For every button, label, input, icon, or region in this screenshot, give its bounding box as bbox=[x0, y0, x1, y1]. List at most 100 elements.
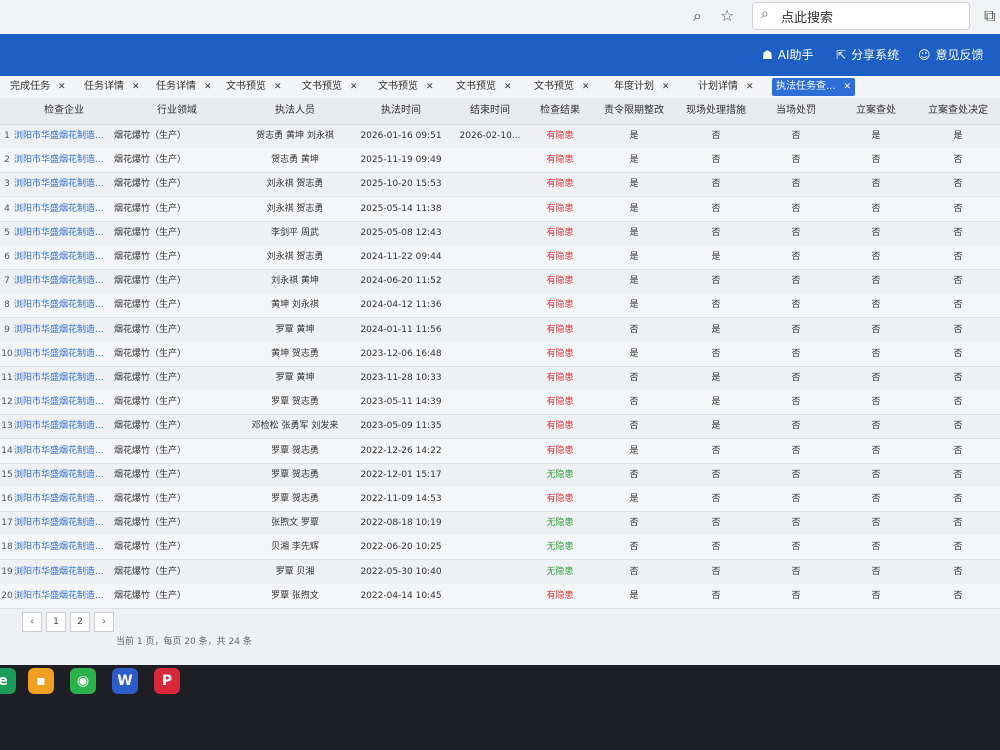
tab-9[interactable]: 计划详情 ✕ bbox=[694, 78, 758, 96]
extension-icon[interactable]: ⧉ bbox=[984, 6, 995, 26]
row-index: 20 bbox=[1, 590, 13, 601]
cell-company[interactable]: 浏阳市华盛烟花制造... bbox=[14, 318, 114, 342]
cell-company[interactable]: 浏阳市华盛烟花制造... bbox=[14, 463, 114, 487]
cell-company[interactable]: 浏阳市华盛烟花制造... bbox=[14, 293, 114, 317]
feedback-button[interactable]: ☺ 意见反馈 bbox=[918, 46, 984, 63]
cell-company[interactable]: 浏阳市华盛烟花制造... bbox=[14, 390, 114, 414]
table-row[interactable]: 10 浏阳市华盛烟花制造... 烟花爆竹（生产） 黄坤 贺志勇 2023-12-06 1… bbox=[0, 341, 1000, 367]
table-row[interactable]: 8 浏阳市华盛烟花制造... 烟花爆竹（生产） 黄坤 刘永祺 2024-04-12 11… bbox=[0, 293, 1000, 319]
table-row[interactable]: 4 浏阳市华盛烟花制造... 烟花爆竹（生产） 刘永祺 贺志勇 2025-05-14 1… bbox=[0, 196, 1000, 222]
cell-case-decision: 否 bbox=[953, 324, 963, 335]
prev-page-button[interactable]: ‹ bbox=[22, 612, 42, 632]
tab-6[interactable]: 文书预览 ✕ bbox=[452, 78, 516, 96]
header-case-decision[interactable]: 立案查处决定 bbox=[916, 98, 1000, 125]
close-icon[interactable]: ✕ bbox=[746, 82, 754, 92]
cell-time: 2023-11-28 10:33 bbox=[360, 373, 442, 383]
cell-result: 有隐患 bbox=[546, 155, 574, 166]
close-icon[interactable]: ✕ bbox=[426, 82, 434, 92]
share-system-button[interactable]: ⇱ 分享系统 bbox=[836, 46, 899, 63]
table-row[interactable]: 15 浏阳市华盛烟花制造... 烟花爆竹（生产） 罗覃 贺志勇 2022-12-01 1… bbox=[0, 463, 1000, 488]
cell-company[interactable]: 浏阳市华盛烟花制造... bbox=[14, 148, 114, 172]
table-row[interactable]: 7 浏阳市华盛烟花制造... 烟花爆竹（生产） 刘永祺 黄坤 2024-06-20 11… bbox=[0, 269, 1000, 295]
cell-company[interactable]: 浏阳市华盛烟花制造... bbox=[14, 269, 114, 293]
table-row[interactable]: 20 浏阳市华盛烟花制造... 烟花爆竹（生产） 罗覃 张煦文 2022-04-14 1… bbox=[0, 583, 1000, 609]
cell-company[interactable]: 浏阳市华盛烟花制造... bbox=[14, 511, 114, 535]
header-case[interactable]: 立案查处 bbox=[836, 98, 917, 125]
next-page-button[interactable]: › bbox=[94, 612, 114, 632]
header-end-time[interactable]: 结束时间 bbox=[452, 98, 529, 125]
tab-1[interactable]: 任务详情 ✕ bbox=[80, 78, 144, 96]
close-icon[interactable]: ✕ bbox=[274, 82, 282, 92]
wechat-icon[interactable]: ◉ bbox=[70, 668, 96, 694]
cell-company[interactable]: 浏阳市华盛烟花制造... bbox=[14, 124, 114, 148]
cell-officers: 张煦文 罗覃 bbox=[271, 518, 319, 529]
close-icon[interactable]: ✕ bbox=[204, 82, 212, 92]
header-time[interactable]: 执法时间 bbox=[350, 98, 453, 125]
table-row[interactable]: 3 浏阳市华盛烟花制造... 烟花爆竹（生产） 刘永祺 贺志勇 2025-10-20 1… bbox=[0, 172, 1000, 198]
tab-3[interactable]: 文书预览 ✕ bbox=[222, 78, 286, 96]
cell-result: 有隐患 bbox=[546, 445, 574, 456]
cell-company[interactable]: 浏阳市华盛烟花制造... bbox=[14, 366, 114, 390]
close-icon[interactable]: ✕ bbox=[58, 82, 66, 92]
app-orange-icon[interactable]: ▪ bbox=[28, 668, 54, 694]
tab-10[interactable]: 执法任务查... ✕ bbox=[772, 78, 856, 96]
cell-company[interactable]: 浏阳市华盛烟花制造... bbox=[14, 342, 114, 366]
table-row[interactable]: 11 浏阳市华盛烟花制造... 烟花爆竹（生产） 罗覃 黄坤 2023-11-28 10… bbox=[0, 366, 1000, 391]
star-icon[interactable]: ☆ bbox=[720, 6, 734, 25]
ai-assistant-button[interactable]: ☗ AI助手 bbox=[762, 46, 814, 63]
word-icon[interactable]: W bbox=[112, 668, 138, 694]
tab-4[interactable]: 文书预览 ✕ bbox=[298, 78, 362, 96]
cell-officers: 罗覃 贺志勇 bbox=[271, 445, 319, 456]
table-row[interactable]: 12 浏阳市华盛烟花制造... 烟花爆竹（生产） 罗覃 贺志勇 2023-05-11 1… bbox=[0, 390, 1000, 416]
header-rectify[interactable]: 责令限期整改 bbox=[592, 98, 677, 125]
table-row[interactable]: 19 浏阳市华盛烟花制造... 烟花爆竹（生产） 罗覃 贝湘 2022-05-30 10… bbox=[0, 560, 1000, 585]
header-industry[interactable]: 行业领域 bbox=[114, 98, 241, 125]
pdf-icon[interactable]: P bbox=[154, 668, 180, 694]
tab-5[interactable]: 文书预览 ✕ bbox=[374, 78, 438, 96]
close-icon[interactable]: ✕ bbox=[350, 82, 358, 92]
cell-end-time bbox=[452, 318, 528, 342]
header-company[interactable]: 检查企业 bbox=[14, 98, 115, 125]
close-icon[interactable]: ✕ bbox=[132, 82, 140, 92]
cell-company[interactable]: 浏阳市华盛烟花制造... bbox=[14, 439, 114, 463]
table-row[interactable]: 6 浏阳市华盛烟花制造... 烟花爆竹（生产） 刘永祺 贺志勇 2024-11-22 0… bbox=[0, 245, 1000, 270]
cell-company[interactable]: 浏阳市华盛烟花制造... bbox=[14, 584, 114, 608]
table-row[interactable]: 16 浏阳市华盛烟花制造... 烟花爆竹（生产） 罗覃 贺志勇 2022-11-09 1… bbox=[0, 487, 1000, 512]
page-2-button[interactable]: 2 bbox=[70, 612, 90, 632]
cell-company[interactable]: 浏阳市华盛烟花制造... bbox=[14, 535, 114, 559]
cell-end-time bbox=[452, 293, 528, 317]
tab-2[interactable]: 任务详情 ✕ bbox=[152, 78, 216, 96]
table-row[interactable]: 1 浏阳市华盛烟花制造... 烟花爆竹（生产） 贺志勇 黄坤 刘永祺 2026-01-1… bbox=[0, 124, 1000, 149]
close-icon[interactable]: ✕ bbox=[504, 82, 512, 92]
table-row[interactable]: 18 浏阳市华盛烟花制造... 烟花爆竹（生产） 贝湘 李先辉 2022-06-20 1… bbox=[0, 535, 1000, 561]
tab-0[interactable]: 完成任务 ✕ bbox=[6, 78, 70, 96]
header-penalty[interactable]: 当场处罚 bbox=[756, 98, 837, 125]
table-row[interactable]: 14 浏阳市华盛烟花制造... 烟花爆竹（生产） 罗覃 贺志勇 2022-12-26 1… bbox=[0, 438, 1000, 464]
search-input[interactable]: ⌕ 点此搜索 bbox=[752, 2, 970, 30]
cell-company[interactable]: 浏阳市华盛烟花制造... bbox=[14, 172, 114, 196]
cell-company[interactable]: 浏阳市华盛烟花制造... bbox=[14, 221, 114, 245]
close-icon[interactable]: ✕ bbox=[844, 82, 852, 92]
header-officers[interactable]: 执法人员 bbox=[240, 98, 351, 125]
header-onsite[interactable]: 现场处理措施 bbox=[676, 98, 757, 125]
tab-8[interactable]: 年度计划 ✕ bbox=[610, 78, 674, 96]
cell-company[interactable]: 浏阳市华盛烟花制造... bbox=[14, 560, 114, 584]
cell-end-time bbox=[452, 439, 528, 463]
close-icon[interactable]: ✕ bbox=[662, 82, 670, 92]
tab-7[interactable]: 文书预览 ✕ bbox=[530, 78, 594, 96]
zoom-icon[interactable]: ⌕ bbox=[693, 6, 702, 26]
cell-time: 2024-11-22 09:44 bbox=[360, 252, 442, 262]
cell-company[interactable]: 浏阳市华盛烟花制造... bbox=[14, 487, 114, 511]
table-row[interactable]: 13 浏阳市华盛烟花制造... 烟花爆竹（生产） 邓检松 张勇军 刘发来 2023-05… bbox=[0, 414, 1000, 440]
cell-company[interactable]: 浏阳市华盛烟花制造... bbox=[14, 414, 114, 438]
table-row[interactable]: 5 浏阳市华盛烟花制造... 烟花爆竹（生产） 李剑平 周武 2025-05-08 12… bbox=[0, 221, 1000, 246]
page-1-button[interactable]: 1 bbox=[46, 612, 66, 632]
close-icon[interactable]: ✕ bbox=[582, 82, 590, 92]
cell-company[interactable]: 浏阳市华盛烟花制造... bbox=[14, 197, 114, 221]
table-row[interactable]: 17 浏阳市华盛烟花制造... 烟花爆竹（生产） 张煦文 罗覃 2022-08-18 1… bbox=[0, 511, 1000, 537]
browser-icon[interactable]: e bbox=[0, 668, 16, 694]
table-row[interactable]: 9 浏阳市华盛烟花制造... 烟花爆竹（生产） 罗覃 黄坤 2024-01-11 11:… bbox=[0, 318, 1000, 343]
table-row[interactable]: 2 浏阳市华盛烟花制造... 烟花爆竹（生产） 贺志勇 黄坤 2025-11-19 09… bbox=[0, 148, 1000, 174]
header-result[interactable]: 检查结果 bbox=[528, 98, 593, 125]
cell-company[interactable]: 浏阳市华盛烟花制造... bbox=[14, 245, 114, 269]
